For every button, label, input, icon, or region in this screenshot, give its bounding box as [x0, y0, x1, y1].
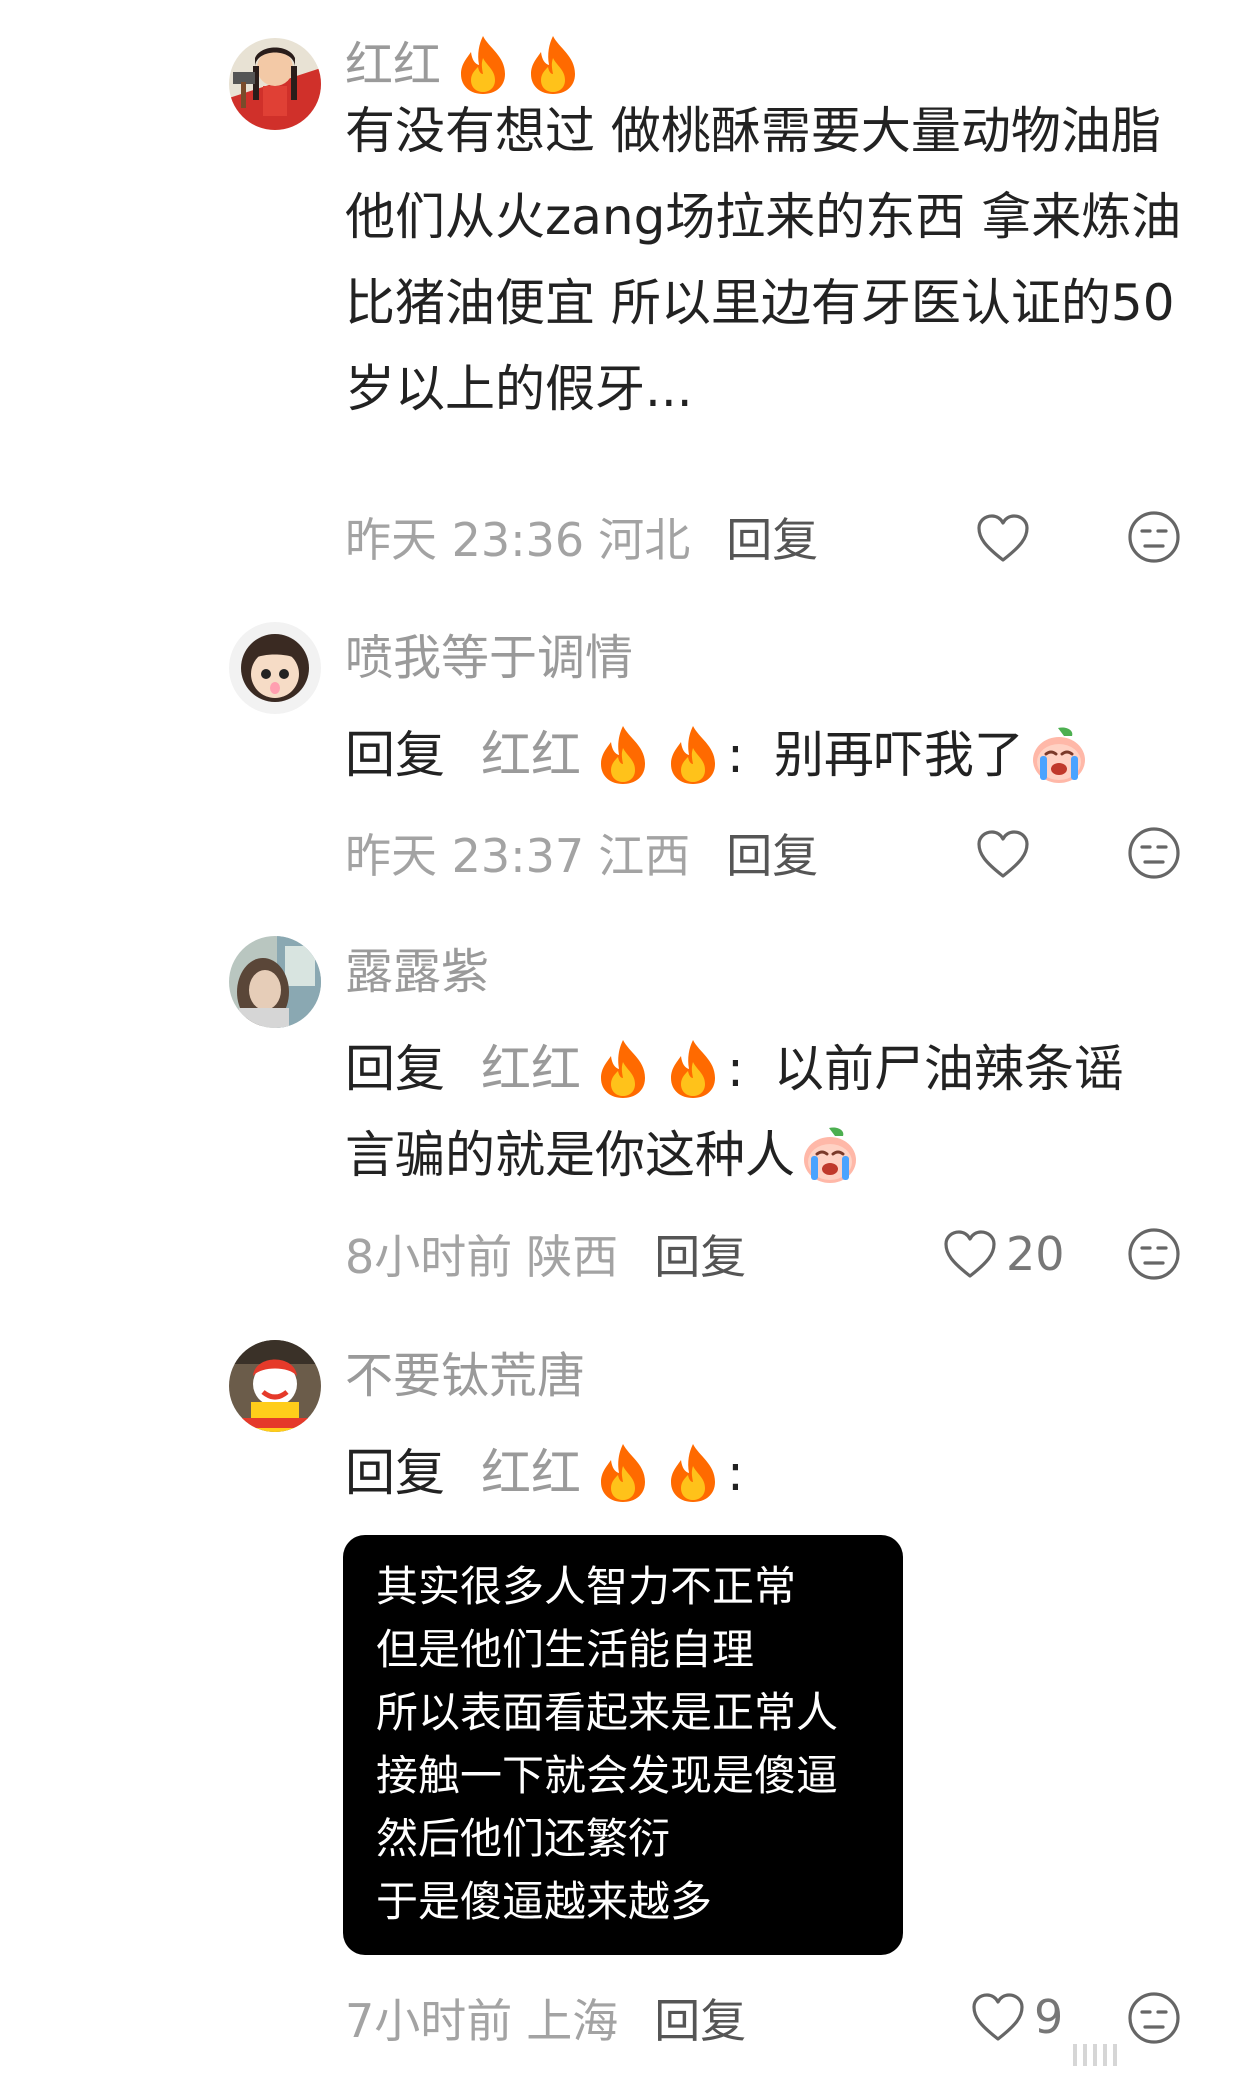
heart-outline-icon: [942, 1228, 998, 1280]
like-count: 20: [1006, 1227, 1065, 1281]
dislike-button[interactable]: [1127, 1227, 1181, 1281]
neutral-face-icon: [1127, 826, 1181, 880]
comment-meta: 8小时前 陕西 回复: [345, 1219, 1215, 1289]
fire-icon: [595, 724, 651, 786]
location: 上海: [526, 1994, 619, 2048]
like-count: 9: [1034, 1990, 1064, 2044]
dislike-button[interactable]: [1127, 1991, 1181, 2045]
avatar[interactable]: [229, 622, 321, 714]
reply-target-user[interactable]: 红红: [481, 712, 721, 798]
reply-button[interactable]: 回复: [654, 1985, 746, 2051]
username[interactable]: 喷我等于调情: [345, 628, 633, 688]
neutral-face-icon: [1127, 1991, 1181, 2045]
comment-text: 回复 红红 : 别再吓我了: [345, 712, 1215, 798]
timestamp: 昨天 23:37: [345, 829, 585, 883]
timestamp: 7小时前: [345, 1994, 513, 2048]
fire-icon: [595, 1038, 651, 1100]
fire-icon: [665, 1442, 721, 1504]
heart-outline-icon: [975, 512, 1031, 564]
neutral-face-icon: [1127, 510, 1181, 564]
fire-icon: [455, 34, 511, 96]
username[interactable]: 红红: [345, 34, 581, 96]
dislike-button[interactable]: [1127, 826, 1181, 880]
heart-outline-icon: [970, 1991, 1026, 2043]
comment-text: 有没有想过 做桃酥需要大量动物油脂 他们从火zang场拉来的东西 拿来炼油 比猪…: [345, 102, 1182, 418]
location: 河北: [598, 513, 691, 567]
reply-button[interactable]: 回复: [726, 504, 818, 570]
comment-meta: 昨天 23:36 河北 回复: [345, 502, 1215, 572]
avatar[interactable]: [229, 38, 321, 130]
reply-target-user[interactable]: 红红: [481, 1430, 721, 1516]
fire-icon: [665, 724, 721, 786]
comment-text: 回复 红红 : 以前尸油辣条谣 言骗的就是你这种人: [345, 1026, 1215, 1198]
fire-icon: [665, 1038, 721, 1100]
reply-target-user[interactable]: 红红: [481, 1026, 721, 1112]
comment-image[interactable]: 其实很多人智力不正常 但是他们生活能自理 所以表面看起来是正常人 接触一下就会发…: [343, 1535, 903, 1955]
crying-face-icon: [799, 1124, 861, 1186]
fire-icon: [525, 34, 581, 96]
crying-face-icon: [1028, 724, 1090, 786]
reply-button[interactable]: 回复: [726, 820, 818, 886]
location: 江西: [598, 829, 691, 883]
avatar[interactable]: [229, 1340, 321, 1432]
like-button[interactable]: [975, 828, 1031, 880]
image-text: 其实很多人智力不正常 但是他们生活能自理 所以表面看起来是正常人 接触一下就会发…: [376, 1562, 839, 1926]
avatar[interactable]: [229, 936, 321, 1028]
like-button[interactable]: [975, 512, 1031, 564]
fire-icon: [595, 1442, 651, 1504]
heart-outline-icon: [975, 828, 1031, 880]
timestamp: 昨天 23:36: [345, 513, 585, 567]
reply-button[interactable]: 回复: [654, 1221, 746, 1287]
location: 陕西: [526, 1230, 619, 1284]
timestamp: 8小时前: [345, 1230, 513, 1284]
neutral-face-icon: [1127, 1227, 1181, 1281]
like-button[interactable]: 9: [970, 1990, 1063, 2044]
username[interactable]: 不要钛荒唐: [345, 1346, 585, 1406]
reply-prefix: 回复: [345, 1040, 445, 1098]
reply-prefix: 回复: [345, 726, 445, 784]
watermark-logo: [1073, 2038, 1213, 2070]
dislike-button[interactable]: [1127, 510, 1181, 564]
comment-meta: 昨天 23:37 江西 回复: [345, 818, 1215, 888]
like-button[interactable]: 20: [942, 1227, 1065, 1281]
username[interactable]: 露露紫: [345, 942, 489, 1002]
reply-prefix: 回复: [345, 1444, 445, 1502]
comment-text: 回复 红红 :: [345, 1430, 1215, 1516]
